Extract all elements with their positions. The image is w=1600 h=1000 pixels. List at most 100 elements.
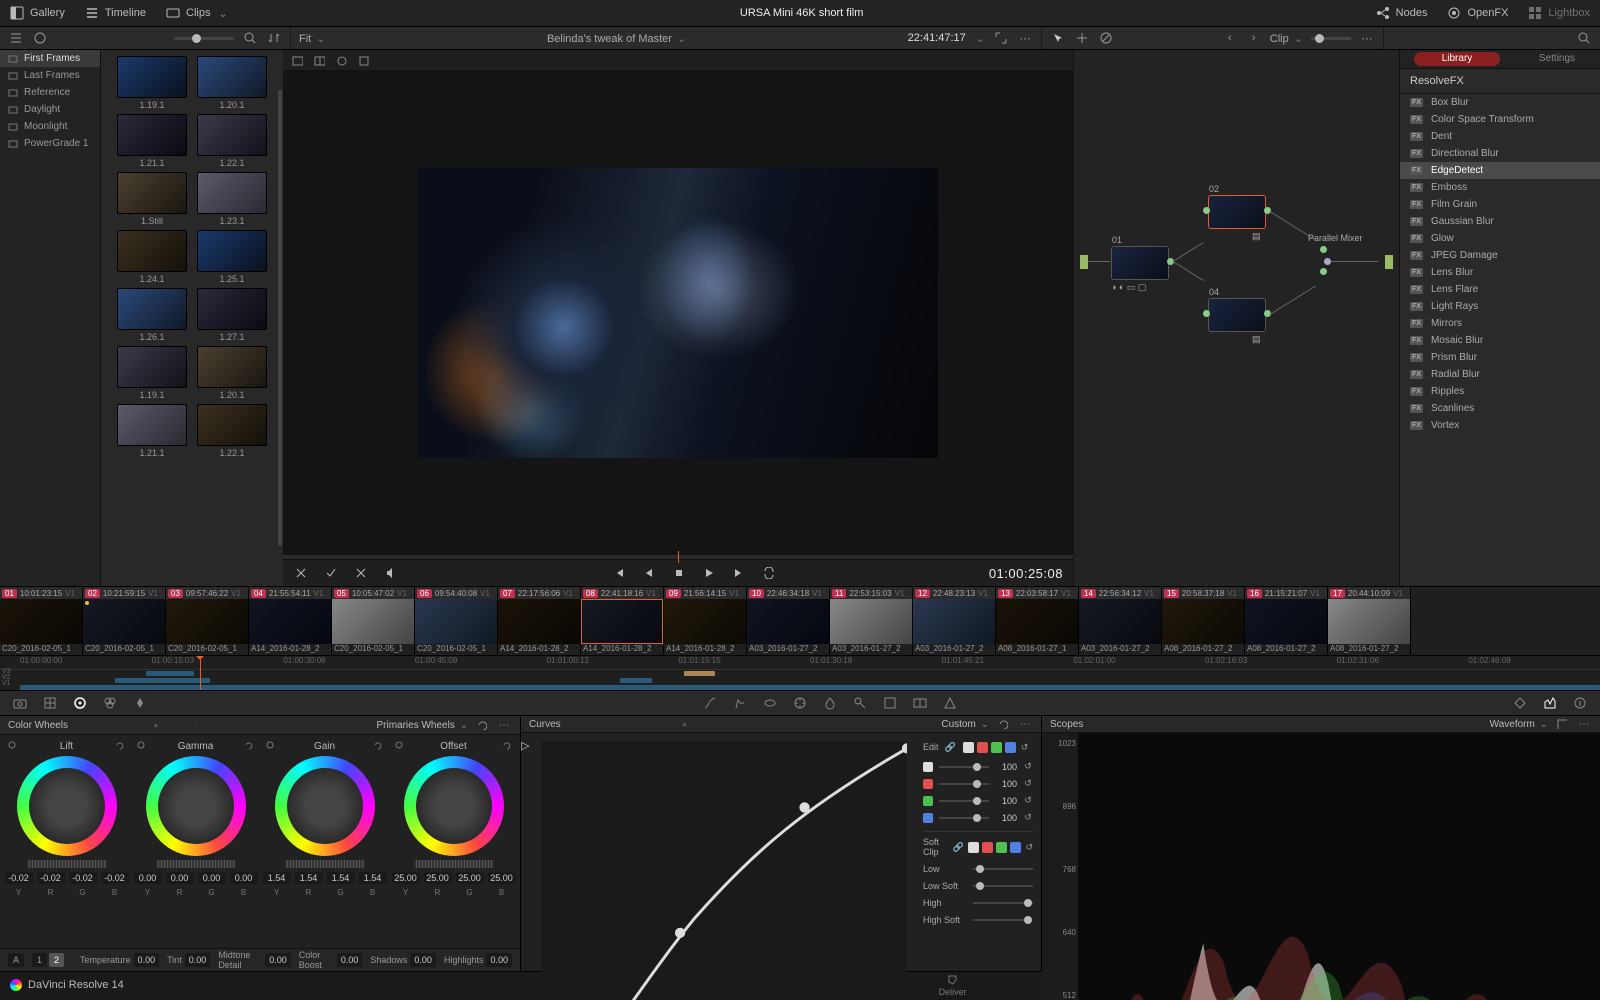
clips-toggle[interactable]: Clips ⌄: [166, 6, 228, 20]
curves-mode-dropdown[interactable]: Custom ⌄: [941, 719, 989, 730]
viewer-options-button[interactable]: ⋯: [1017, 30, 1033, 46]
thumbnail-timeline[interactable]: 0110:01:23:15V1C20_2016-02-05_10210:21:5…: [0, 586, 1600, 656]
node-04[interactable]: 04: [1208, 298, 1266, 332]
fx-tab-settings[interactable]: Settings: [1514, 50, 1600, 68]
wheel-value[interactable]: -0.02: [37, 872, 65, 884]
graph-input[interactable]: [1080, 255, 1088, 269]
clip-thumb[interactable]: 0110:01:23:15V1C20_2016-02-05_1: [0, 587, 83, 655]
sidebar-item[interactable]: Last Frames: [0, 67, 100, 84]
info-button-2[interactable]: [1572, 695, 1588, 711]
first-frame-button[interactable]: [611, 565, 627, 581]
picker-icon[interactable]: [266, 741, 275, 750]
zoom-actual-button[interactable]: [355, 52, 371, 68]
clip-thumb[interactable]: 0309:57:46:22V1C20_2016-02-05_1: [166, 587, 249, 655]
openfx-toggle[interactable]: OpenFX: [1447, 6, 1508, 20]
intensity-slider[interactable]: [939, 783, 989, 785]
color-wheels-button[interactable]: [72, 695, 88, 711]
master-wheel-strip[interactable]: [285, 860, 365, 868]
wheel-value[interactable]: 25.00: [488, 872, 516, 884]
sidebar-item[interactable]: Moonlight: [0, 118, 100, 135]
reset-icon[interactable]: ↺: [1023, 762, 1033, 772]
curves-graph[interactable]: [541, 741, 907, 1000]
pointer-tool[interactable]: [1050, 30, 1066, 46]
softclip-chip[interactable]: [982, 842, 993, 853]
viewer-canvas[interactable]: [283, 71, 1073, 555]
fit-dropdown[interactable]: Fit ⌄: [299, 32, 326, 45]
picker-icon[interactable]: [395, 741, 404, 750]
clip-thumb[interactable]: 1122:53:15:03V1A03_2016-01-27_2: [830, 587, 913, 655]
sort-button[interactable]: [266, 30, 282, 46]
intensity-slider[interactable]: [939, 800, 989, 802]
wheel-value[interactable]: -0.02: [101, 872, 129, 884]
wheel-value[interactable]: 1.54: [295, 872, 323, 884]
param-value[interactable]: 0.00: [410, 953, 436, 967]
motion-button[interactable]: [132, 695, 148, 711]
param-value[interactable]: 0.00: [265, 953, 291, 967]
key-button[interactable]: [852, 695, 868, 711]
play-button[interactable]: [701, 565, 717, 581]
fx-item[interactable]: FXEdgeDetect: [1400, 162, 1600, 179]
data-burn-button[interactable]: [942, 695, 958, 711]
clip-thumb[interactable]: 0822:41:18:16V1A14_2016-01-28_2: [581, 587, 664, 655]
still-thumb[interactable]: 1.26.1: [117, 288, 187, 342]
intensity-value[interactable]: 100: [995, 813, 1017, 823]
still-thumb[interactable]: 1.20.1: [197, 346, 267, 400]
still-thumb[interactable]: 1.22.1: [197, 404, 267, 458]
stereo-button[interactable]: [912, 695, 928, 711]
picker-icon[interactable]: [8, 741, 17, 750]
fx-item[interactable]: FXScanlines: [1400, 400, 1600, 417]
reset-icon[interactable]: ↺: [1023, 796, 1033, 806]
auto-balance-button[interactable]: A: [8, 953, 24, 967]
page-toggle[interactable]: 12: [32, 953, 64, 967]
fx-item[interactable]: FXLens Blur: [1400, 264, 1600, 281]
fx-item[interactable]: FXMosaic Blur: [1400, 332, 1600, 349]
info-button[interactable]: [32, 30, 48, 46]
node-nav-prev[interactable]: ‹: [1222, 30, 1238, 46]
fx-search-button[interactable]: [1576, 30, 1592, 46]
curve-handle-top[interactable]: ▷: [521, 739, 529, 752]
node-nav-next[interactable]: ›: [1246, 30, 1262, 46]
fx-item[interactable]: FXDent: [1400, 128, 1600, 145]
graph-output[interactable]: [1385, 255, 1393, 269]
softclip-chip[interactable]: [1010, 842, 1021, 853]
still-thumb[interactable]: 1.24.1: [117, 230, 187, 284]
channel-swatch[interactable]: [923, 779, 933, 789]
fx-item[interactable]: FXColor Space Transform: [1400, 111, 1600, 128]
qualifier-button[interactable]: [732, 695, 748, 711]
node-options-button[interactable]: ⋯: [1359, 30, 1375, 46]
wheel-value[interactable]: 1.54: [327, 872, 355, 884]
wheel-value[interactable]: 1.54: [359, 872, 387, 884]
lightbox-toggle[interactable]: Lightbox: [1528, 6, 1590, 20]
still-thumb[interactable]: 1.25.1: [197, 230, 267, 284]
softclip-reset-button[interactable]: ↺: [1025, 842, 1033, 852]
channel-swatch[interactable]: [923, 813, 933, 823]
still-thumb[interactable]: 1.22.1: [197, 114, 267, 168]
softclip-chip[interactable]: [996, 842, 1007, 853]
camera-raw-button[interactable]: [12, 695, 28, 711]
fx-item[interactable]: FXVortex: [1400, 417, 1600, 434]
wheel-page-1[interactable]: 1: [32, 953, 47, 967]
wheels-reset-button[interactable]: [474, 717, 490, 733]
curves-options-button[interactable]: ⋯: [1017, 716, 1033, 732]
clip-thumb[interactable]: 1720:44:10:09V1A08_2016-01-27_2: [1328, 587, 1411, 655]
wheel-value[interactable]: 25.00: [424, 872, 452, 884]
clip-mode-dropdown[interactable]: Clip ⌄: [1270, 32, 1303, 45]
clip-thumb[interactable]: 1222:48:23:13V1A03_2016-01-27_2: [913, 587, 996, 655]
clip-thumb[interactable]: 0421:55:54:11V1A14_2016-01-28_2: [249, 587, 332, 655]
channel-chip[interactable]: [963, 742, 974, 753]
gallery-toggle[interactable]: Gallery: [10, 6, 65, 20]
wheels-options-button[interactable]: ⋯: [496, 717, 512, 733]
curves-link-button[interactable]: 🔗: [943, 739, 959, 755]
expand-button[interactable]: [993, 30, 1009, 46]
disable-tool[interactable]: [1098, 30, 1114, 46]
still-thumb[interactable]: 1.21.1: [117, 404, 187, 458]
fx-item[interactable]: FXRadial Blur: [1400, 366, 1600, 383]
clip-thumb[interactable]: 0921:56:14:15V1A14_2016-01-28_2: [664, 587, 747, 655]
transport-timecode[interactable]: 01:00:25:08: [989, 566, 1063, 581]
timeline-toggle[interactable]: Timeline: [85, 6, 146, 20]
color-wheel-gain[interactable]: Gain1.541.541.541.54YRGB: [262, 741, 387, 948]
softclip-slider[interactable]: [973, 919, 1033, 921]
nodes-toggle[interactable]: Nodes: [1376, 6, 1428, 20]
mini-timeline[interactable]: 01:00:00:0001:00:15:0301:00:30:0601:00:4…: [0, 656, 1600, 691]
channel-swatch[interactable]: [923, 762, 933, 772]
